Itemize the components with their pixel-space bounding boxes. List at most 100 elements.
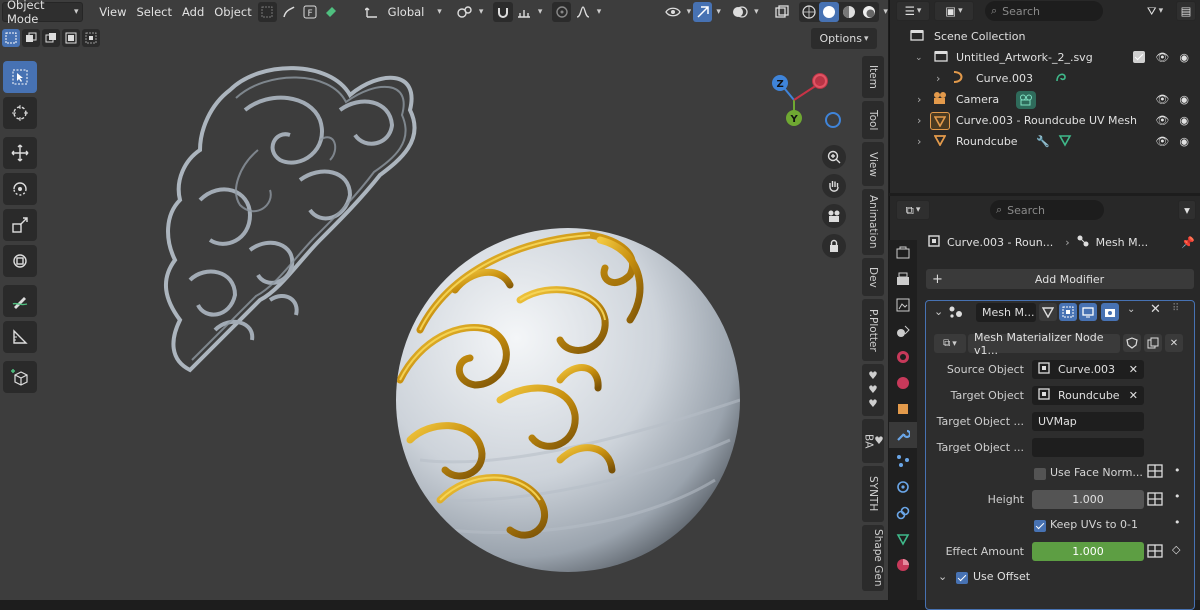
- camera-render-icon[interactable]: ◉: [1179, 114, 1189, 127]
- data-mesh-icon[interactable]: [889, 526, 917, 552]
- outliner-row-camera[interactable]: › Camera 👁 ◉: [890, 89, 1200, 110]
- gizmo-toggle-icon[interactable]: [693, 2, 713, 22]
- lock-icon[interactable]: [822, 234, 846, 258]
- dot-icon[interactable]: •: [1174, 516, 1181, 529]
- chevron-down-icon[interactable]: ⌄: [938, 570, 947, 583]
- dot-icon[interactable]: •: [1174, 490, 1181, 503]
- select-invert-icon[interactable]: [62, 29, 80, 47]
- pin-icon[interactable]: 📌: [1181, 236, 1195, 249]
- eye-icon[interactable]: 👁: [1155, 93, 1169, 106]
- falloff-curve-icon[interactable]: [573, 2, 592, 22]
- input-attribute-toggle-icon[interactable]: [1147, 544, 1163, 561]
- chevron-down-icon[interactable]: ⌄: [1127, 304, 1135, 315]
- chevron-down-icon[interactable]: ▾: [754, 7, 759, 17]
- tool-settings-icon[interactable]: [889, 240, 917, 266]
- tab-animation[interactable]: Animation: [862, 189, 884, 255]
- snap-increment-icon[interactable]: [515, 2, 534, 22]
- cursor-3d-tool[interactable]: [3, 97, 37, 129]
- options-dropdown[interactable]: Options ▾: [811, 28, 877, 49]
- zoom-icon[interactable]: [822, 145, 846, 169]
- use-face-normals-checkbox[interactable]: [1034, 468, 1046, 480]
- tab-synth[interactable]: SYNTH: [862, 466, 884, 522]
- close-icon[interactable]: ✕: [1150, 302, 1161, 317]
- chevron-down-icon[interactable]: ▾: [597, 7, 602, 17]
- chevron-down-icon[interactable]: ▾: [687, 7, 692, 17]
- menu-view[interactable]: View: [95, 2, 130, 22]
- mode-dropdown[interactable]: Object Mode ▾: [2, 0, 84, 26]
- move-tool[interactable]: [3, 137, 37, 169]
- edit-mode-toggle-icon[interactable]: [1039, 303, 1057, 321]
- duplicate-icon[interactable]: [1144, 334, 1162, 352]
- outliner-row-svg-collection[interactable]: ⌄ Untitled_Artwork-_2_.svg 👁 ◉: [890, 47, 1200, 68]
- dot-icon[interactable]: •: [1174, 464, 1181, 477]
- output-icon[interactable]: [889, 292, 917, 318]
- chevron-down-icon[interactable]: ▾: [716, 7, 721, 17]
- eye-icon[interactable]: 👁: [1155, 135, 1169, 148]
- chevron-down-icon[interactable]: ⌄: [934, 305, 943, 318]
- world-icon[interactable]: [889, 370, 917, 396]
- grease-pencil-icon[interactable]: [322, 2, 341, 22]
- input-attribute-toggle-icon[interactable]: [1147, 492, 1163, 509]
- tab-item[interactable]: Item: [862, 56, 884, 98]
- modifier-name-input[interactable]: Mesh M...: [976, 303, 1036, 322]
- eye-icon[interactable]: 👁: [1155, 51, 1169, 64]
- transform-axes-icon[interactable]: [362, 2, 381, 22]
- menu-object[interactable]: Object: [210, 2, 255, 22]
- fill-f-icon[interactable]: F: [300, 2, 319, 22]
- unlink-x-icon[interactable]: ✕: [1165, 334, 1183, 352]
- effect-amount-slider[interactable]: 1.000: [1032, 542, 1144, 561]
- add-cube-tool[interactable]: [3, 361, 37, 393]
- pan-hand-icon[interactable]: [822, 174, 846, 198]
- viewport-display-icon[interactable]: [1079, 303, 1097, 321]
- tab-pplotter[interactable]: P.Plotter: [862, 299, 884, 361]
- scene-icon[interactable]: [889, 344, 917, 370]
- proportional-edit-icon[interactable]: [552, 2, 572, 22]
- view-layer-icon[interactable]: [889, 318, 917, 344]
- xray-icon[interactable]: [772, 2, 791, 22]
- eye-icon[interactable]: 👁: [1155, 114, 1169, 127]
- drag-handle-icon[interactable]: ⠿: [1172, 303, 1179, 314]
- chevron-right-icon[interactable]: ›: [917, 135, 921, 148]
- chevron-right-icon[interactable]: ›: [917, 114, 921, 127]
- visibility-eye-icon[interactable]: [663, 2, 682, 22]
- rotate-tool[interactable]: [3, 173, 37, 205]
- render-camera-icon[interactable]: [1101, 303, 1119, 321]
- camera-render-icon[interactable]: ◉: [1179, 93, 1189, 106]
- overlays-icon[interactable]: [731, 2, 750, 22]
- outliner-search-input[interactable]: ⌕ Search: [985, 1, 1103, 21]
- target-object-field[interactable]: Roundcube ✕: [1032, 386, 1144, 405]
- add-modifier-button[interactable]: + Add Modifier: [926, 269, 1194, 289]
- chevron-down-icon[interactable]: ⌄: [915, 53, 923, 63]
- outliner-row-roundcube-uv-mesh[interactable]: › Curve.003 - Roundcube UV Mesh 👁 ◉: [890, 110, 1200, 131]
- fake-user-shield-icon[interactable]: [1123, 334, 1141, 352]
- curve-glass-artwork[interactable]: [163, 66, 417, 373]
- tab-hearts[interactable]: ♥ ♥ ♥: [862, 364, 884, 416]
- on-cage-toggle-icon[interactable]: [1059, 303, 1077, 321]
- props-search-input[interactable]: ⌕ Search: [990, 200, 1104, 220]
- chevron-down-icon[interactable]: ▾: [479, 7, 484, 17]
- clear-x-icon[interactable]: ✕: [1129, 363, 1138, 376]
- particles-icon[interactable]: [889, 448, 917, 474]
- render-icon[interactable]: [889, 266, 917, 292]
- camera-render-icon[interactable]: ◉: [1179, 135, 1189, 148]
- node-tree-browse[interactable]: ⧉ ▾: [934, 334, 966, 353]
- curve-pen-icon[interactable]: [279, 2, 298, 22]
- constraints-icon[interactable]: [889, 500, 917, 526]
- exclude-checkbox[interactable]: [1133, 51, 1146, 63]
- props-editor-type[interactable]: ⧉ ▾: [896, 200, 930, 220]
- chevron-down-icon[interactable]: ▾: [883, 7, 888, 17]
- camera-render-icon[interactable]: ◉: [1179, 51, 1189, 64]
- chevron-right-icon[interactable]: ›: [936, 72, 940, 85]
- select-extend-icon[interactable]: [22, 29, 40, 47]
- filter-icon[interactable]: ⛛ ▾: [1138, 1, 1172, 21]
- annotate-tool[interactable]: [3, 285, 37, 317]
- select-cursor-tool[interactable]: [3, 61, 37, 93]
- modifier-wrench-icon[interactable]: [889, 422, 917, 448]
- snap-magnet-icon[interactable]: [493, 2, 513, 22]
- props-options-icon[interactable]: ▾: [1178, 200, 1196, 220]
- pivot-point-icon[interactable]: [456, 2, 475, 22]
- display-mode-dropdown[interactable]: ▣ ▾: [934, 1, 974, 21]
- shading-rendered-icon[interactable]: [859, 2, 879, 22]
- material-icon[interactable]: [889, 552, 917, 578]
- clear-x-icon[interactable]: ✕: [1129, 389, 1138, 402]
